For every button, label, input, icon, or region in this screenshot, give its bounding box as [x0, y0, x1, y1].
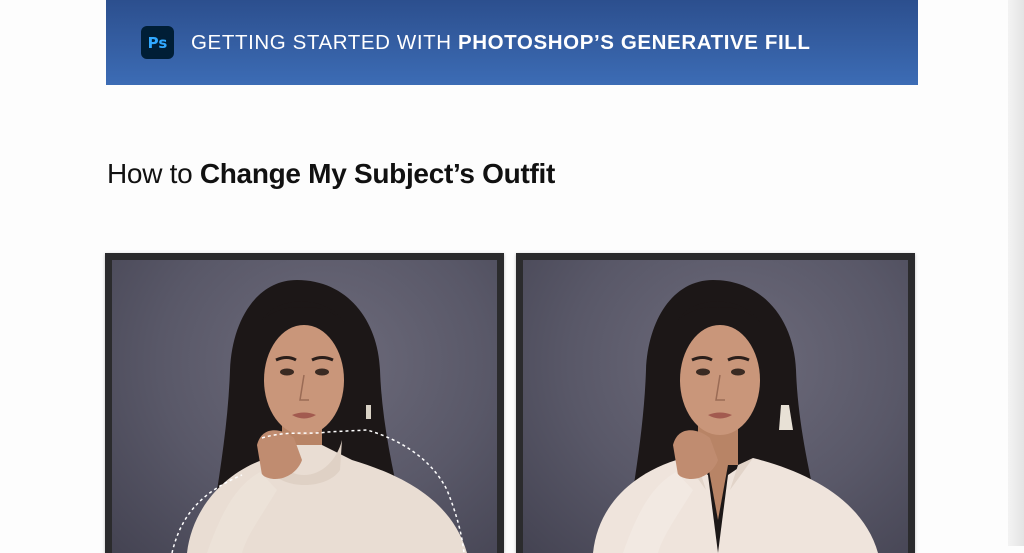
heading-bold: Change My Subject’s Outfit [199, 158, 556, 189]
before-photo [112, 260, 497, 553]
heading-light: How to [107, 158, 200, 189]
after-photo-frame [516, 253, 915, 553]
banner-title-bold: PHOTOSHOP’S GENERATIVE FILL [457, 30, 811, 54]
after-photo [523, 260, 908, 553]
photoshop-logo-icon: Ps [141, 26, 174, 59]
before-photo-frame [105, 253, 504, 553]
section-heading: How to Change My Subject’s Outfit [107, 158, 555, 190]
chapter-banner: Ps GETTING STARTED WITH PHOTOSHOP’S GENE… [106, 0, 918, 85]
portrait-sweater-icon [171, 280, 467, 553]
portrait-blouse-icon [593, 280, 878, 553]
banner-title: GETTING STARTED WITH PHOTOSHOP’S GENERAT… [191, 31, 811, 55]
banner-title-light: GETTING STARTED WITH [191, 30, 458, 54]
page-edge [1008, 0, 1024, 546]
